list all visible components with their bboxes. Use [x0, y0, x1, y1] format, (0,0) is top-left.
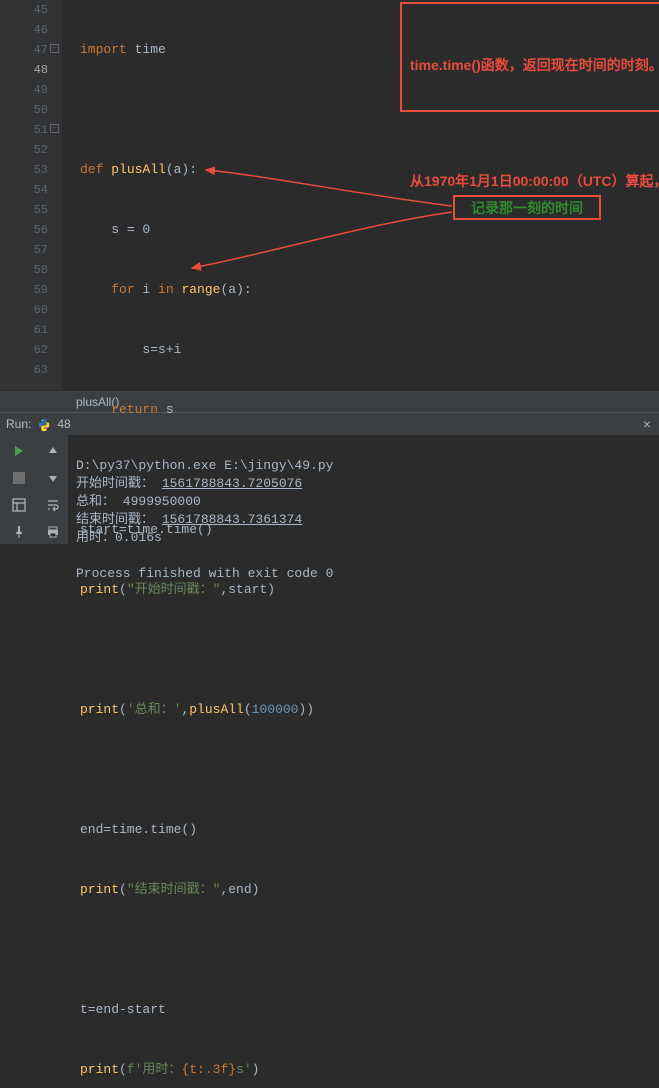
- up-icon[interactable]: [44, 442, 62, 460]
- layout-icon[interactable]: [10, 496, 28, 514]
- rerun-icon[interactable]: [10, 442, 28, 460]
- line-gutter: 454647−48495051−525354555657585960616263: [0, 0, 62, 390]
- code-editor[interactable]: 454647−48495051−525354555657585960616263…: [0, 0, 659, 390]
- python-icon: [37, 417, 51, 431]
- fold-icon[interactable]: −: [50, 124, 59, 133]
- stop-icon[interactable]: [10, 469, 28, 487]
- run-config-name[interactable]: 48: [57, 413, 70, 435]
- wrap-icon[interactable]: [44, 496, 62, 514]
- run-toolbar-left: [0, 435, 38, 544]
- annotation-label: 记录那一刻的时间: [453, 195, 601, 220]
- annotation-tooltip: time.time()函数，返回现在时间的时刻。 从1970年1月1日00:00…: [400, 2, 659, 112]
- run-label: Run:: [6, 413, 31, 435]
- keyword: import: [80, 42, 127, 57]
- run-toolbar-secondary: [38, 435, 68, 544]
- code-content[interactable]: import time def plusAll(a): s = 0 for i …: [62, 0, 659, 390]
- fold-icon[interactable]: −: [50, 44, 59, 53]
- close-icon[interactable]: ×: [643, 413, 651, 435]
- down-icon[interactable]: [44, 469, 62, 487]
- output-line: Process finished with exit code 0: [76, 566, 333, 581]
- pin-icon[interactable]: [10, 523, 28, 541]
- print-icon[interactable]: [44, 523, 62, 541]
- run-header: Run: 48 ×: [0, 413, 659, 435]
